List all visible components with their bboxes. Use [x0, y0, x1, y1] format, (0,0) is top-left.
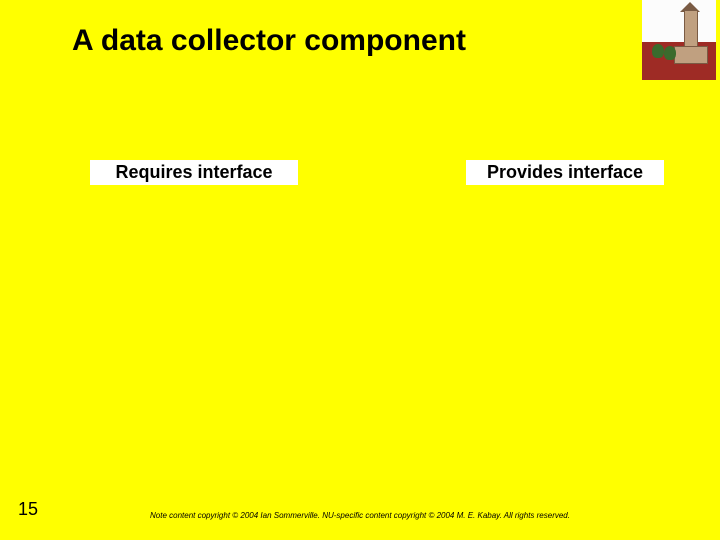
- slide-title: A data collector component: [72, 24, 632, 58]
- logo-tree: [664, 46, 676, 60]
- logo-building-base: [674, 46, 708, 64]
- institution-logo: [642, 0, 716, 80]
- copyright-footer: Note content copyright © 2004 Ian Sommer…: [0, 511, 720, 520]
- logo-tree: [652, 44, 664, 58]
- provides-interface-label: Provides interface: [466, 160, 664, 185]
- logo-sky: [642, 0, 716, 42]
- requires-interface-label: Requires interface: [90, 160, 298, 185]
- slide: A data collector component Requires inte…: [0, 0, 720, 540]
